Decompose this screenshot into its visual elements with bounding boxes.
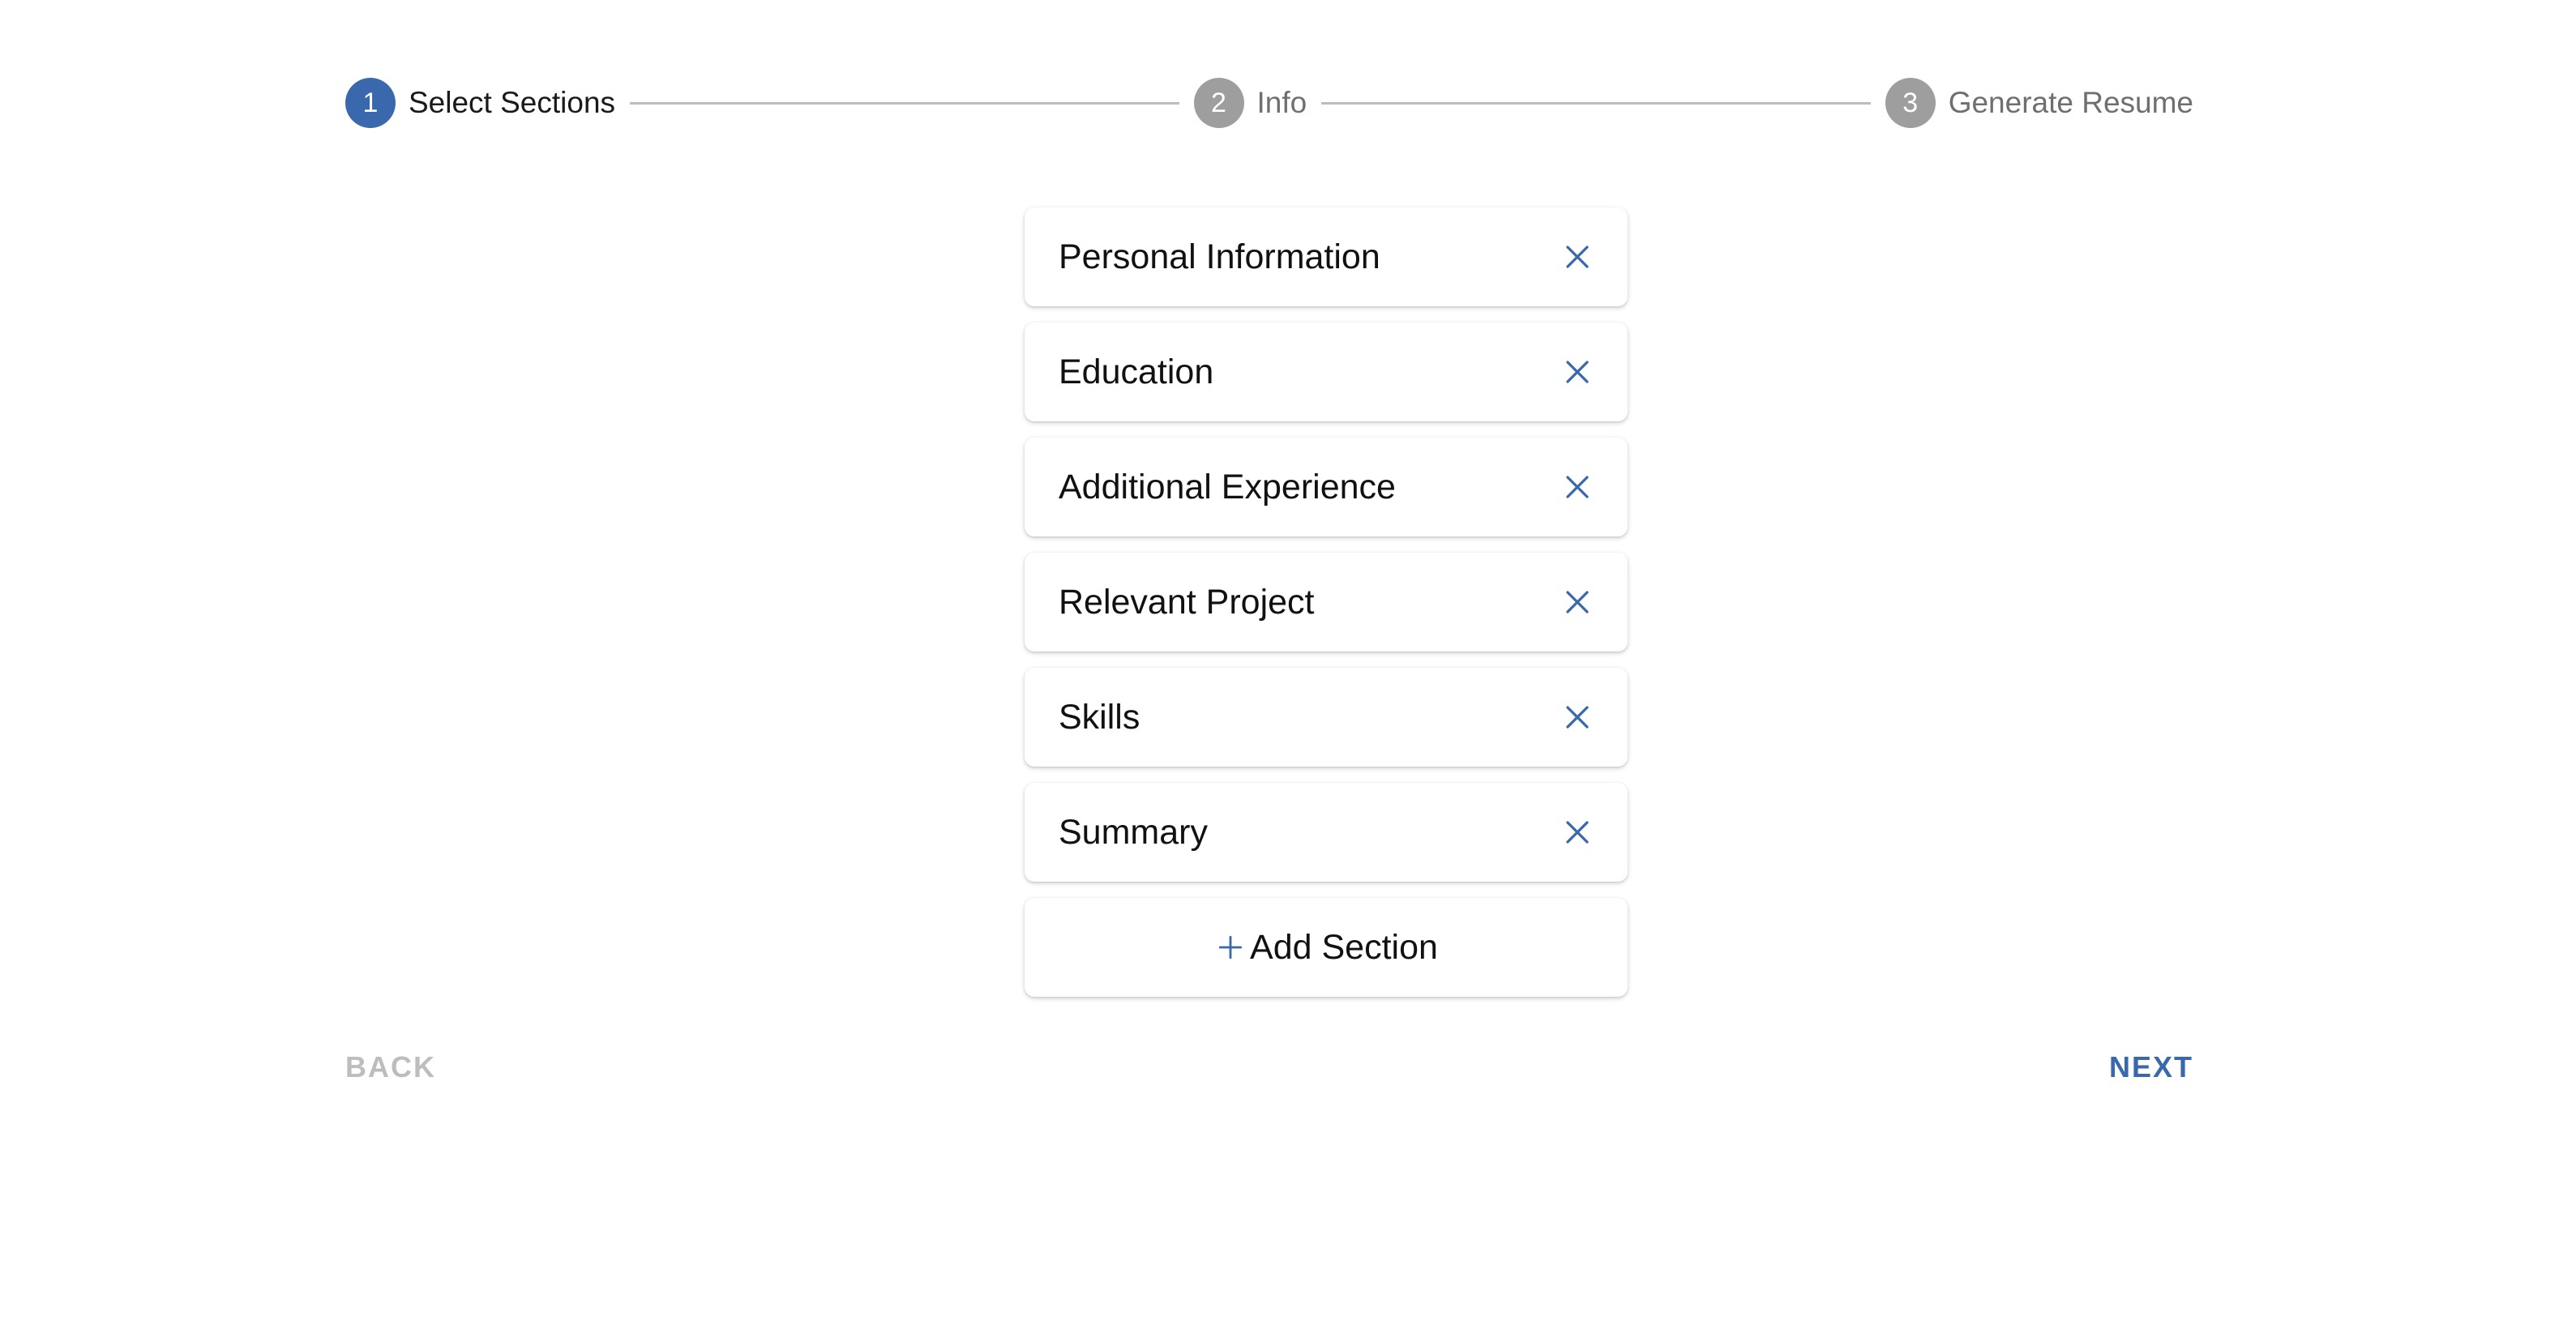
remove-section-button[interactable] [1560, 699, 1595, 735]
progress-stepper: 1 Select Sections 2 Info 3 Generate Resu… [345, 78, 2193, 128]
step-label: Info [1256, 86, 1307, 119]
section-card-additional-experience: Additional Experience [1025, 438, 1628, 536]
back-button[interactable]: BACK [345, 1050, 436, 1084]
plus-icon [1216, 933, 1245, 962]
close-icon [1566, 361, 1589, 383]
remove-section-button[interactable] [1560, 239, 1595, 275]
section-card-relevant-project: Relevant Project [1025, 553, 1628, 652]
section-label: Personal Information [1059, 237, 1380, 276]
section-label: Skills [1059, 697, 1140, 737]
section-label: Relevant Project [1059, 582, 1315, 622]
add-section-label: Add Section [1250, 927, 1438, 967]
remove-section-button[interactable] [1560, 469, 1595, 505]
section-card-personal-information: Personal Information [1025, 207, 1628, 306]
section-list: Personal Information Education Additiona… [1025, 207, 1628, 997]
close-icon [1566, 821, 1589, 844]
close-icon [1566, 706, 1589, 729]
add-section-button[interactable]: Add Section [1025, 898, 1628, 997]
section-card-summary: Summary [1025, 783, 1628, 882]
section-label: Additional Experience [1059, 467, 1396, 506]
remove-section-button[interactable] [1560, 584, 1595, 620]
step-label: Select Sections [409, 86, 616, 119]
step-label: Generate Resume [1948, 86, 2194, 119]
remove-section-button[interactable] [1560, 814, 1595, 850]
section-label: Education [1059, 352, 1214, 391]
step-number-badge: 3 [1885, 78, 1936, 128]
step-connector [1321, 101, 1871, 105]
section-label: Summary [1059, 812, 1208, 852]
step-info: 2 Info [1193, 78, 1307, 128]
step-number-badge: 2 [1193, 78, 1244, 128]
next-button[interactable]: NEXT [2109, 1050, 2193, 1084]
section-card-education: Education [1025, 323, 1628, 421]
close-icon [1566, 591, 1589, 613]
close-icon [1566, 476, 1589, 498]
remove-section-button[interactable] [1560, 354, 1595, 390]
step-select-sections: 1 Select Sections [345, 78, 615, 128]
step-number-badge: 1 [345, 78, 396, 128]
close-icon [1566, 246, 1589, 268]
step-connector [630, 101, 1179, 105]
section-card-skills: Skills [1025, 668, 1628, 767]
step-generate-resume: 3 Generate Resume [1885, 78, 2193, 128]
